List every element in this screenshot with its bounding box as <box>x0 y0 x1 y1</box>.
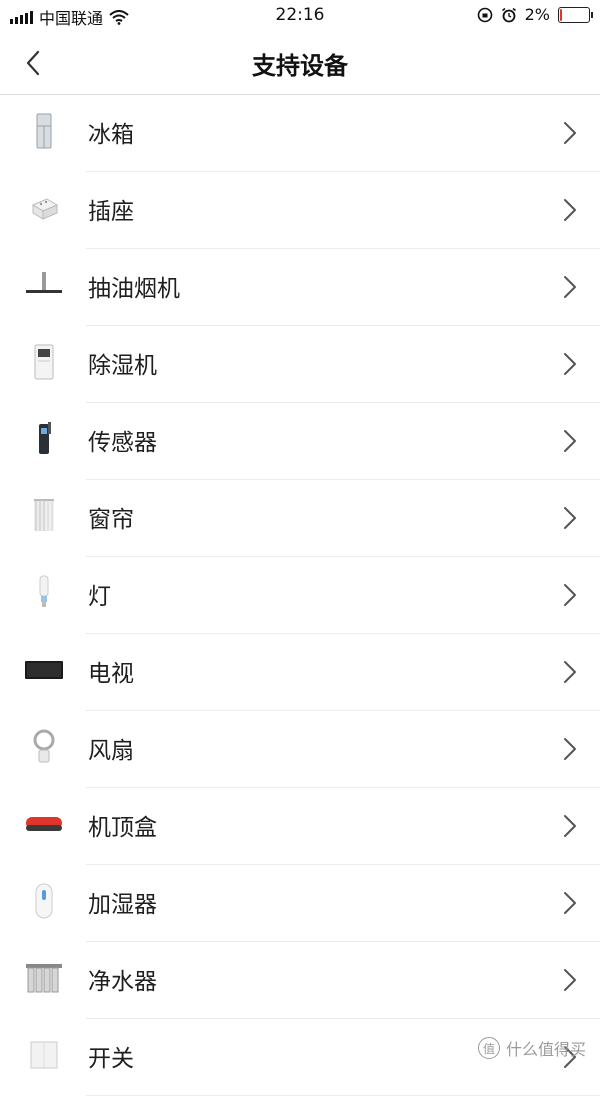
chevron-right-icon <box>562 120 578 146</box>
page-title: 支持设备 <box>0 46 600 81</box>
status-right: 2% <box>477 5 590 24</box>
fridge-icon <box>24 111 64 151</box>
battery-icon <box>558 7 590 23</box>
device-row-fridge[interactable]: 冰箱 <box>86 95 600 172</box>
watermark-text: 什么值得买 <box>506 1036 586 1060</box>
chevron-right-icon <box>562 813 578 839</box>
device-label: 冰箱 <box>88 115 134 149</box>
device-row-water-purifier[interactable]: 净水器 <box>86 942 600 1019</box>
chevron-right-icon <box>562 505 578 531</box>
battery-fill <box>560 9 562 21</box>
chevron-right-icon <box>562 736 578 762</box>
chevron-right-icon <box>562 351 578 377</box>
status-bar: 中国联通 22:16 2% <box>0 0 600 32</box>
range-hood-icon <box>24 265 64 305</box>
device-label: 窗帘 <box>88 500 134 534</box>
wall-switch-icon <box>24 1035 64 1075</box>
device-row-curtain[interactable]: 窗帘 <box>86 480 600 557</box>
bulb-icon <box>24 573 64 613</box>
set-top-box-icon <box>24 804 64 844</box>
tv-icon <box>24 650 64 690</box>
device-row-light[interactable]: 灯 <box>86 557 600 634</box>
alarm-icon <box>501 7 517 23</box>
dehumidifier-icon <box>24 342 64 382</box>
device-label: 传感器 <box>88 423 157 457</box>
chevron-right-icon <box>562 274 578 300</box>
chevron-right-icon <box>562 582 578 608</box>
device-row-sensor[interactable]: 传感器 <box>86 403 600 480</box>
device-label: 风扇 <box>88 731 134 765</box>
chevron-right-icon <box>562 659 578 685</box>
device-label: 灯 <box>88 577 111 611</box>
device-row-set-top-box[interactable]: 机顶盒 <box>86 788 600 865</box>
chevron-right-icon <box>562 197 578 223</box>
chevron-right-icon <box>562 890 578 916</box>
device-label: 净水器 <box>88 962 157 996</box>
device-row-dehumidifier[interactable]: 除湿机 <box>86 326 600 403</box>
power-strip-icon <box>24 188 64 228</box>
chevron-right-icon <box>562 428 578 454</box>
device-label: 电视 <box>88 654 134 688</box>
device-row-socket[interactable]: 插座 <box>86 172 600 249</box>
water-purifier-icon <box>24 958 64 998</box>
device-label: 除湿机 <box>88 346 157 380</box>
curtain-icon <box>24 496 64 536</box>
battery-percent: 2% <box>525 5 550 24</box>
device-row-fan[interactable]: 风扇 <box>86 711 600 788</box>
watermark-badge: 值 <box>478 1037 500 1059</box>
chevron-right-icon <box>562 967 578 993</box>
device-row-tv[interactable]: 电视 <box>86 634 600 711</box>
device-label: 加湿器 <box>88 885 157 919</box>
device-label: 机顶盒 <box>88 808 157 842</box>
device-label: 插座 <box>88 192 134 226</box>
device-row-range-hood[interactable]: 抽油烟机 <box>86 249 600 326</box>
sensor-icon <box>24 419 64 459</box>
lock-rotation-icon <box>477 7 493 23</box>
watermark: 值 什么值得买 <box>478 1036 586 1060</box>
device-row-humidifier[interactable]: 加湿器 <box>86 865 600 942</box>
navigation-bar: 支持设备 <box>0 32 600 95</box>
device-list: 冰箱 插座 抽油烟机 <box>0 95 600 1096</box>
fan-icon <box>24 727 64 767</box>
humidifier-icon <box>24 881 64 921</box>
device-label: 抽油烟机 <box>88 269 180 303</box>
